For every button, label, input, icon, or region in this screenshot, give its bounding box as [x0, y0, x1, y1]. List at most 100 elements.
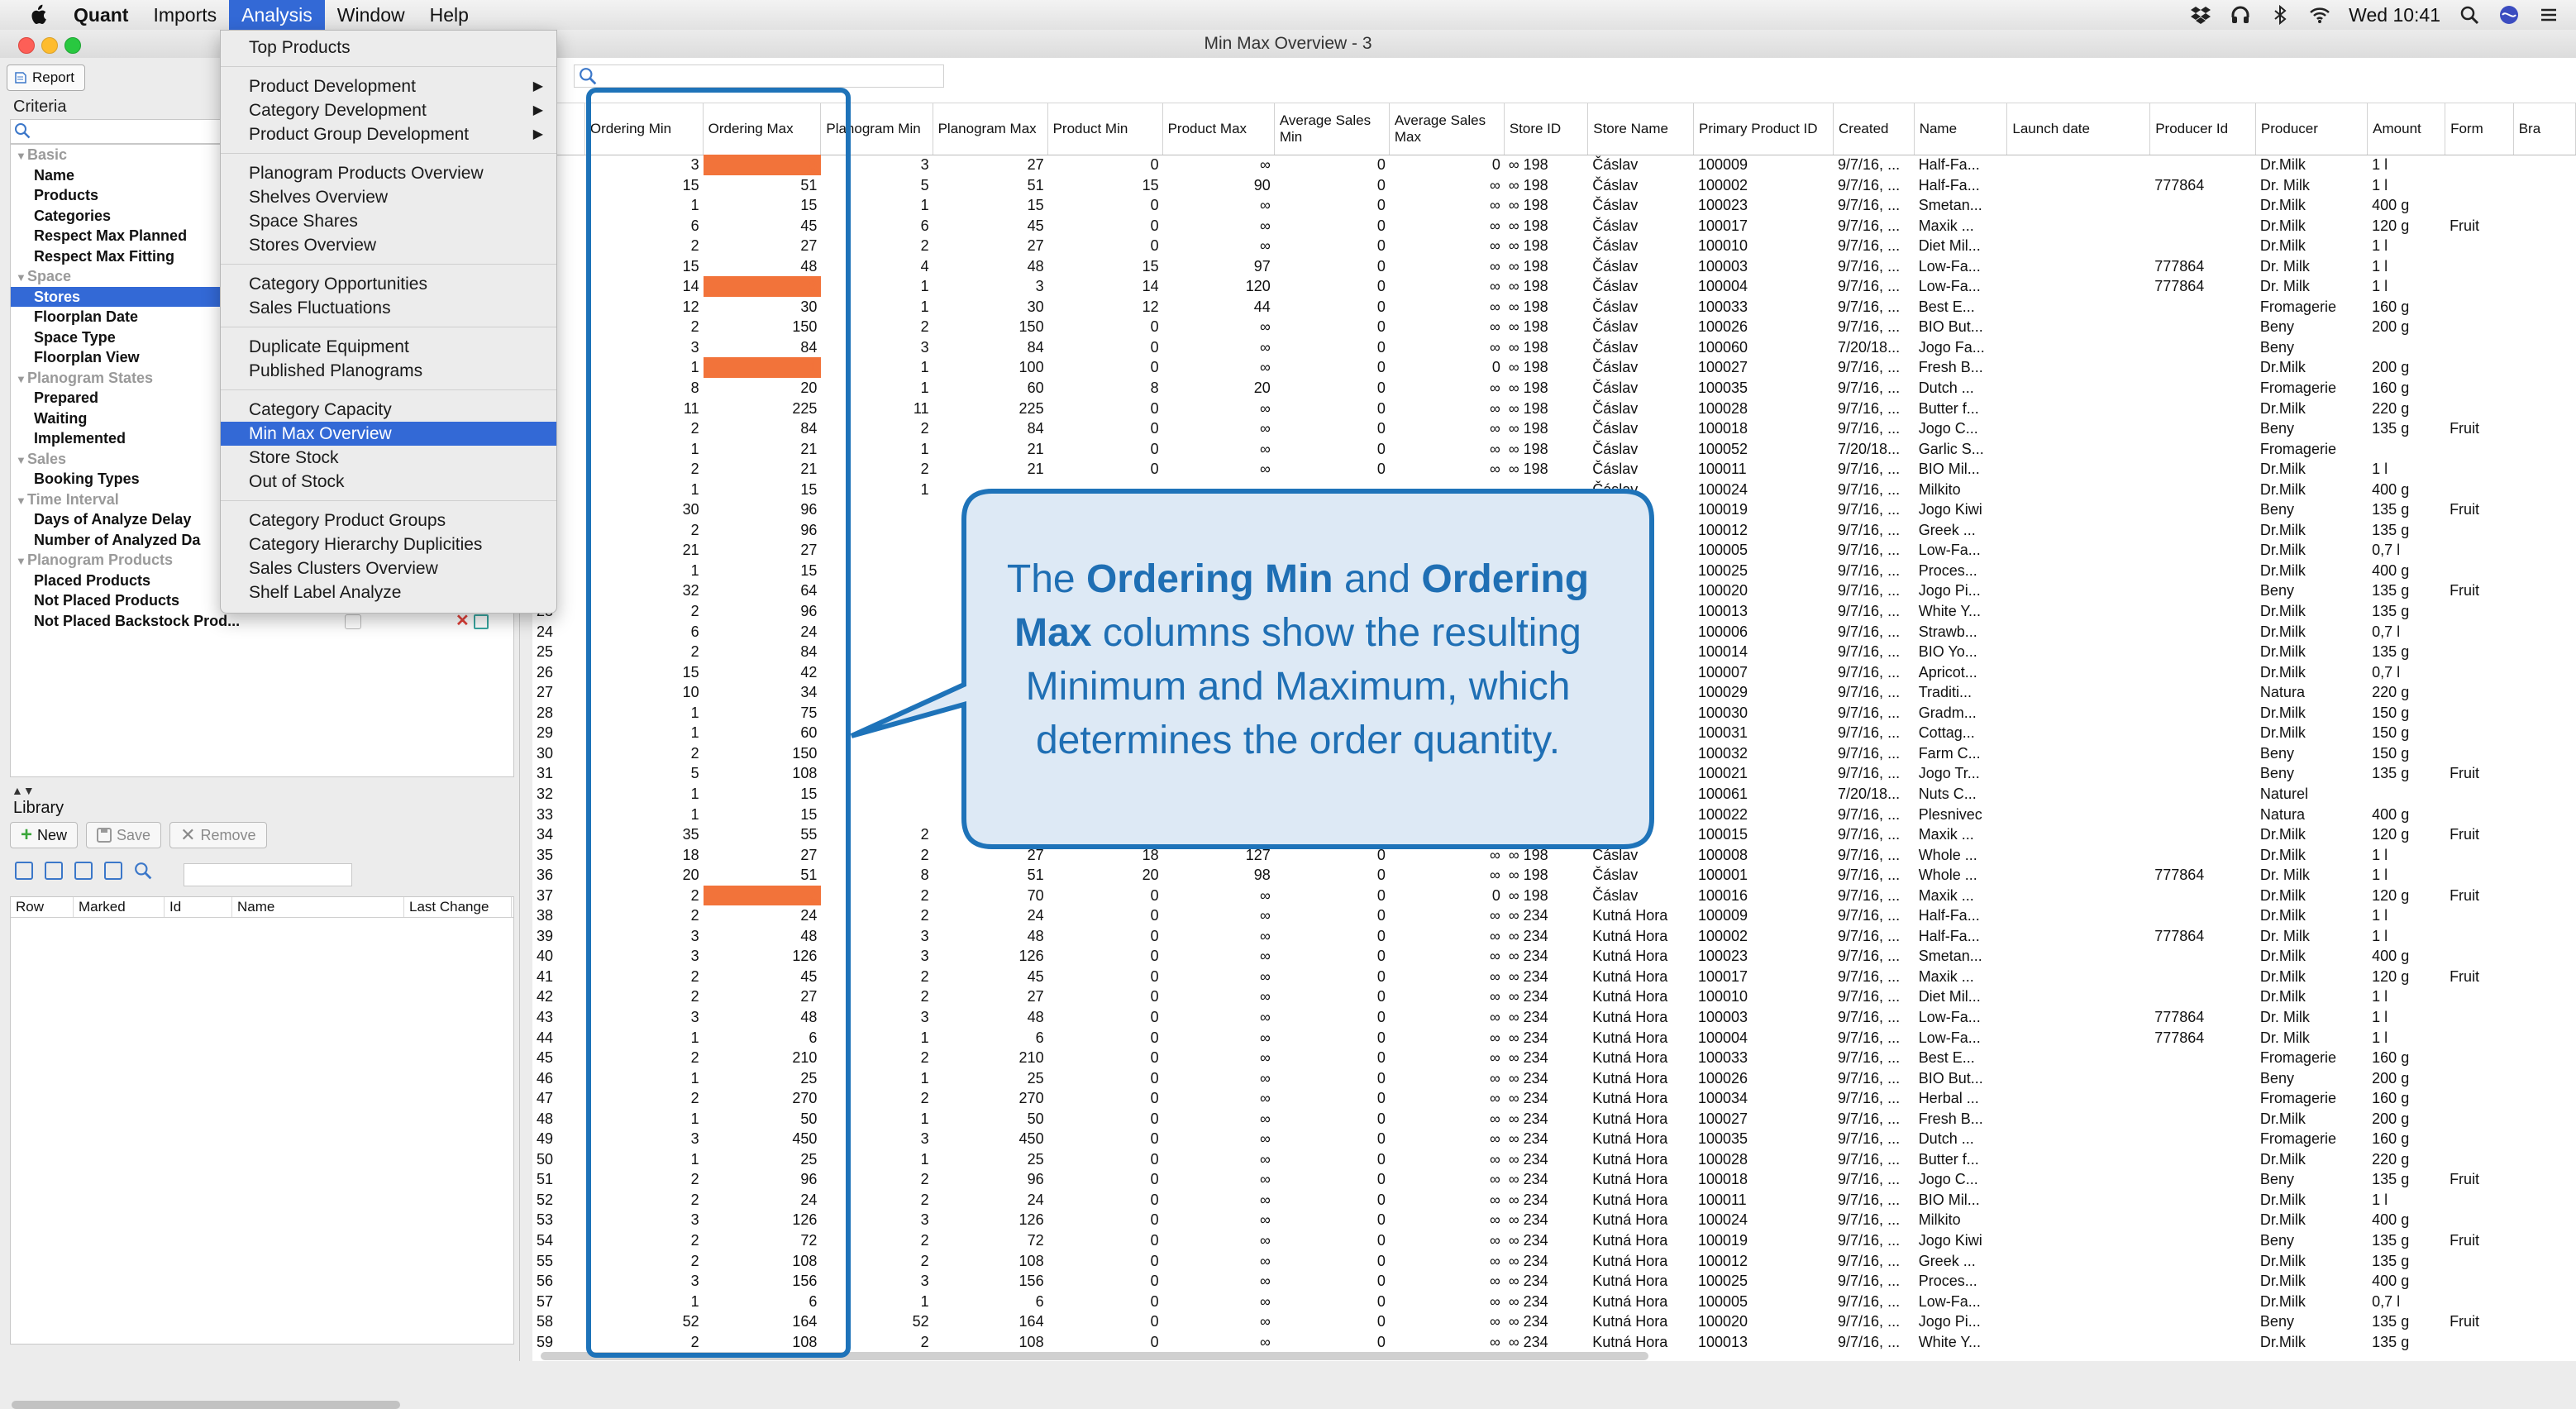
column-header-primary-product-id[interactable]: Primary Product ID [1694, 103, 1834, 155]
column-header-store-name[interactable]: Store Name [1588, 103, 1694, 155]
table-row[interactable]: 142842840∞0∞∞ 198Čáslav1000189/7/16, ...… [532, 418, 2576, 439]
menu-item-sales-fluctuations[interactable]: Sales Fluctuations [221, 296, 556, 320]
library-search-icon[interactable] [134, 862, 152, 880]
table-row[interactable]: 57 1 6 1 6 0 ∞ 0 ∞ ∞ 234 Kutná Hora 100005 9/7/16, .… [532, 1292, 2576, 1312]
table-row[interactable]: 41 2 45 2 45 0 ∞ 0 ∞ ∞ 234 Kutná Hora 100017 9/7/16,… [532, 967, 2576, 987]
lib-col-row[interactable]: Row [11, 897, 74, 917]
disclosure-triangle-icon[interactable]: ▼ [16, 451, 27, 471]
table-row[interactable]: 31151150∞0∞∞ 198Čáslav1000239/7/16, ...S… [532, 195, 2576, 216]
table-row[interactable]: 54 2 72 2 72 0 ∞ 0 ∞ ∞ 234 Kutná Hora 100019 9/7/16,… [532, 1230, 2576, 1251]
disclosure-triangle-icon[interactable]: ▼ [16, 268, 27, 289]
column-header-amount[interactable]: Amount [2368, 103, 2446, 155]
column-header-ordering-min[interactable]: Ordering Min [585, 103, 704, 155]
table-row[interactable]: 151211210∞0∞∞ 198Čáslav1000527/20/18...G… [532, 439, 2576, 460]
report-button[interactable]: Report [7, 64, 86, 91]
bluetooth-icon[interactable] [2269, 4, 2291, 26]
table-row[interactable]: 52272270∞0∞∞ 198Čáslav1000109/7/16, ...D… [532, 236, 2576, 256]
table-row[interactable]: 45 2 210 2 210 0 ∞ 0 ∞ ∞ 234 Kutná Hora 100033 9/7/1… [532, 1048, 2576, 1068]
splitter-arrows-icon[interactable]: ▲▼ [12, 784, 35, 797]
column-header-name[interactable]: Name [1915, 103, 2008, 155]
menu-analysis[interactable]: Analysis [229, 0, 325, 30]
copy-icon[interactable] [45, 862, 63, 880]
table-row[interactable]: 111111000∞00∞ 198Čáslav1000279/7/16, ...… [532, 357, 2576, 379]
headphones-icon[interactable] [2230, 4, 2251, 26]
column-header-bra[interactable]: Bra [2514, 103, 2576, 155]
column-header-producer-id[interactable]: Producer Id [2150, 103, 2256, 155]
menu-item-min-max-overview[interactable]: Min Max Overview [221, 422, 556, 446]
table-row[interactable]: 46456450∞0∞∞ 198Čáslav1000179/7/16, ...M… [532, 216, 2576, 236]
criteria-item-not-placed-backstock-prod[interactable]: Not Placed Backstock Prod... ✕ [11, 611, 513, 632]
duplicate-icon[interactable] [74, 862, 93, 880]
menu-item-category-product-groups[interactable]: Category Product Groups [221, 509, 556, 533]
table-row[interactable]: 6154844815970∞∞ 198Čáslav1000039/7/16, .… [532, 256, 2576, 277]
column-header-launch-date[interactable]: Launch date [2007, 103, 2151, 155]
save-button[interactable]: Save [86, 822, 162, 848]
lib-col-marked[interactable]: Marked [74, 897, 165, 917]
menu-item-duplicate-equipment[interactable]: Duplicate Equipment [221, 335, 556, 359]
lib-col-name[interactable]: Name [232, 897, 404, 917]
table-row[interactable]: 44 1 6 1 6 0 ∞ 0 ∞ ∞ 234 Kutná Hora 100004 9/7/16, .… [532, 1028, 2576, 1048]
table-row[interactable]: 128201608200∞∞ 198Čáslav1000359/7/16, ..… [532, 378, 2576, 399]
table-row[interactable]: 55 2 108 2 108 0 ∞ 0 ∞ ∞ 234 Kutná Hora 100012 9/7/1… [532, 1251, 2576, 1272]
disclosure-triangle-icon[interactable]: ▼ [16, 146, 27, 167]
menu-imports[interactable]: Imports [141, 0, 229, 30]
column-header-planogram-max[interactable]: Planogram Max [933, 103, 1048, 155]
grid-search-input[interactable] [574, 64, 944, 88]
remove-button[interactable]: ✕ Remove [169, 822, 267, 848]
table-row[interactable]: 36 20 51 8 51 20 98 0 ∞ ∞ 198 Čáslav 100001 9/7/16, … [532, 865, 2576, 886]
disclosure-triangle-icon[interactable]: ▼ [16, 491, 27, 512]
menu-item-planogram-products-overview[interactable]: Planogram Products Overview [221, 161, 556, 185]
new-button[interactable]: + New [10, 822, 79, 848]
menu-item-category-hierarchy-duplicities[interactable]: Category Hierarchy Duplicities [221, 533, 556, 556]
menu-item-space-shares[interactable]: Space Shares [221, 209, 556, 233]
column-header-ordering-max[interactable]: Ordering Max [704, 103, 822, 155]
table-row[interactable]: 9215021500∞0∞∞ 198Čáslav1000269/7/16, ..… [532, 317, 2576, 337]
disclosure-triangle-icon[interactable]: ▼ [16, 370, 27, 390]
siri-icon[interactable] [2498, 4, 2520, 26]
table-row[interactable]: 43 3 48 3 48 0 ∞ 0 ∞ ∞ 234 Kutná Hora 100003 9/7/16,… [532, 1007, 2576, 1028]
lib-col-id[interactable]: Id [165, 897, 232, 917]
menu-item-top-products[interactable]: Top Products [221, 36, 556, 60]
table-row[interactable]: 714313141200∞∞ 198Čáslav1000049/7/16, ..… [532, 276, 2576, 297]
menu-item-sales-clusters-overview[interactable]: Sales Clusters Overview [221, 556, 556, 580]
table-row[interactable]: 162212210∞0∞∞ 198Čáslav1000119/7/16, ...… [532, 459, 2576, 480]
grid-horizontal-scrollbar[interactable] [541, 1352, 1648, 1360]
menu-item-category-opportunities[interactable]: Category Opportunities [221, 272, 556, 296]
table-row[interactable]: 38 2 24 2 24 0 ∞ 0 ∞ ∞ 234 Kutná Hora 100009 9/7/16,… [532, 905, 2576, 926]
table-row[interactable]: 8123013012440∞∞ 198Čáslav1000339/7/16, .… [532, 297, 2576, 318]
clock[interactable]: Wed 10:41 [2349, 4, 2440, 26]
disclosure-triangle-icon[interactable]: ▼ [16, 552, 27, 572]
table-row[interactable]: 37 2 2 2 70 0 ∞ 0 0 ∞ 198 Čáslav 100016 9/7/16, ... M… [532, 885, 2576, 906]
delete-icon[interactable] [104, 862, 122, 880]
apple-icon[interactable] [23, 0, 53, 30]
table-row[interactable]: 40 3 126 3 126 0 ∞ 0 ∞ ∞ 234 Kutná Hora 100023 9/7/1… [532, 946, 2576, 967]
column-header-average-sales-max[interactable]: Average Sales Max [1390, 103, 1505, 155]
left-horizontal-scrollbar[interactable] [12, 1401, 400, 1409]
menu-item-category-capacity[interactable]: Category Capacity [221, 398, 556, 422]
table-row[interactable]: 58 52 164 52 164 0 ∞ 0 ∞ ∞ 234 Kutná Hora 100020 9/7… [532, 1311, 2576, 1332]
menu-item-product-development[interactable]: Product Development ▶ [221, 74, 556, 98]
table-row[interactable]: 49 3 450 3 450 0 ∞ 0 ∞ ∞ 234 Kutná Hora 100035 9/7/1… [532, 1129, 2576, 1149]
menu-item-stores-overview[interactable]: Stores Overview [221, 233, 556, 257]
column-header-product-min[interactable]: Product Min [1048, 103, 1163, 155]
table-row[interactable]: 50 1 25 1 25 0 ∞ 0 ∞ ∞ 234 Kutná Hora 100028 9/7/16,… [532, 1149, 2576, 1170]
table-row[interactable]: 48 1 50 1 50 0 ∞ 0 ∞ ∞ 234 Kutná Hora 100027 9/7/16,… [532, 1109, 2576, 1130]
spotlight-search-icon[interactable] [2459, 4, 2480, 26]
menu-item-store-stock[interactable]: Store Stock [221, 446, 556, 470]
criteria-checkbox[interactable] [345, 614, 361, 629]
wifi-icon[interactable] [2309, 4, 2330, 26]
table-row[interactable]: 1333270∞00∞ 198Čáslav1000099/7/16, ...Ha… [532, 155, 2576, 175]
copy-criteria-icon[interactable] [474, 614, 489, 629]
table-row[interactable]: 42 2 27 2 27 0 ∞ 0 ∞ ∞ 234 Kutná Hora 100010 9/7/16,… [532, 986, 2576, 1007]
lib-col-last-change[interactable]: Last Change [404, 897, 512, 917]
table-row[interactable]: 1311225112250∞0∞∞ 198Čáslav1000289/7/16,… [532, 399, 2576, 419]
column-header-product-max[interactable]: Product Max [1163, 103, 1275, 155]
menu-item-published-planograms[interactable]: Published Planograms [221, 359, 556, 383]
menu-item-category-development[interactable]: Category Development ▶ [221, 98, 556, 122]
menu-app-quant[interactable]: Quant [61, 0, 141, 30]
column-header-producer[interactable]: Producer [2256, 103, 2368, 155]
library-search-input[interactable] [184, 863, 352, 886]
table-row[interactable]: 51 2 96 2 96 0 ∞ 0 ∞ ∞ 234 Kutná Hora 100018 9/7/16,… [532, 1169, 2576, 1190]
table-row[interactable]: 59 2 108 2 108 0 ∞ 0 ∞ ∞ 234 Kutná Hora 100013 9/7/1… [532, 1332, 2576, 1353]
table-row[interactable]: 53 3 126 3 126 0 ∞ 0 ∞ ∞ 234 Kutná Hora 100024 9/7/1… [532, 1210, 2576, 1230]
